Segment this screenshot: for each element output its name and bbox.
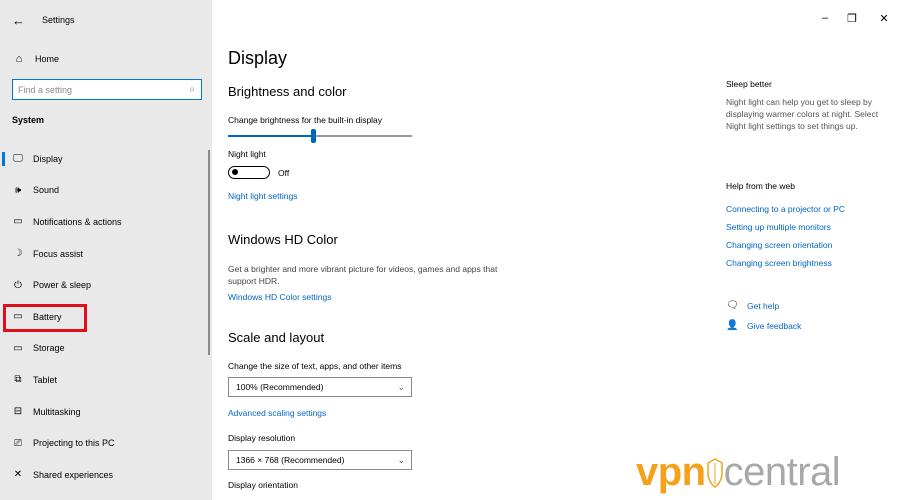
sidebar-item-label: Multitasking — [33, 406, 81, 417]
title-bar: ← Settings — [0, 0, 212, 42]
notification-icon: ▭ — [13, 216, 23, 228]
toggle-knob — [232, 169, 238, 175]
monitor-icon: 🖵 — [13, 153, 23, 165]
brightness-slider[interactable] — [228, 128, 412, 144]
sidebar-item-label: Sound — [33, 185, 60, 196]
hd-color-settings-link[interactable]: Windows HD Color settings — [228, 292, 331, 302]
advanced-scaling-link[interactable]: Advanced scaling settings — [228, 408, 326, 418]
restore-icon[interactable]: ❐ — [842, 12, 862, 25]
get-help-button[interactable]: 🗨 Get help — [726, 300, 779, 311]
sidebar-item-display[interactable]: 🖵 Display — [0, 143, 212, 175]
chevron-down-icon: ⌄ — [397, 381, 405, 392]
resolution-label: Display resolution — [228, 433, 296, 443]
sidebar-item-label: Shared experiences — [33, 469, 114, 480]
help-link-projector[interactable]: Connecting to a projector or PC — [726, 204, 845, 214]
hd-color-heading: Windows HD Color — [228, 232, 338, 247]
slider-thumb[interactable] — [311, 129, 316, 143]
minimize-icon[interactable]: – — [815, 12, 835, 24]
resolution-dropdown-value: 1366 × 768 (Recommended) — [236, 455, 345, 465]
sleep-better-text: Night light can help you get to sleep by… — [726, 97, 879, 131]
shared-experiences-icon: ✕ — [13, 469, 23, 481]
get-help-label: Get help — [747, 300, 780, 311]
resolution-dropdown[interactable]: 1366 × 768 (Recommended) ⌄ — [228, 450, 412, 470]
vpncentral-watermark: vpn central — [636, 448, 841, 496]
section-label: System — [12, 115, 45, 125]
night-light-settings-link[interactable]: Night light settings — [228, 191, 297, 201]
night-light-label: Night light — [228, 149, 266, 159]
sidebar-item-tablet[interactable]: ⧉ Tablet — [0, 364, 212, 396]
help-link-brightness[interactable]: Changing screen brightness — [726, 258, 832, 268]
projecting-icon: ⎚ — [14, 437, 22, 449]
sidebar-item-focus-assist[interactable]: ☽ Focus assist — [0, 238, 212, 270]
sidebar-item-storage[interactable]: ▭ Storage — [0, 333, 212, 365]
hd-color-description: Get a brighter and more vibrant picture … — [228, 264, 498, 286]
battery-highlight-box — [3, 304, 87, 332]
chevron-down-icon: ⌄ — [397, 454, 405, 465]
page-title: Display — [228, 48, 288, 68]
sidebar-item-label: Notifications & actions — [33, 216, 122, 227]
sidebar-item-multitasking[interactable]: ⊟ Multitasking — [0, 396, 212, 428]
sidebar-item-label: Display — [33, 153, 63, 164]
tablet-icon: ⧉ — [14, 374, 22, 386]
sidebar-item-home[interactable]: ⌂ Home — [0, 48, 212, 70]
slider-track-fill — [228, 135, 311, 137]
help-heading: Help from the web — [726, 181, 795, 191]
sidebar-item-projecting[interactable]: ⎚ Projecting to this PC — [0, 427, 212, 459]
watermark-vpn: vpn — [636, 450, 706, 494]
sleep-better-heading: Sleep better — [726, 79, 772, 89]
moon-icon: ☽ — [13, 248, 23, 260]
night-light-state: Off — [278, 168, 290, 178]
orientation-label: Display orientation — [228, 480, 298, 490]
home-icon: ⌂ — [15, 53, 23, 65]
search-input[interactable] — [13, 80, 183, 99]
brightness-heading: Brightness and color — [228, 84, 347, 99]
speaker-icon: 🕪 — [14, 184, 22, 196]
multitasking-icon: ⊟ — [13, 406, 23, 418]
search-box[interactable]: ⌕ — [12, 79, 202, 100]
main-content: Display Brightness and color Change brig… — [228, 0, 688, 500]
sidebar-item-power-sleep[interactable]: ⏻ Power & sleep — [0, 269, 212, 301]
shield-icon — [706, 458, 723, 488]
sidebar-item-label: Home — [35, 54, 60, 64]
sidebar-item-label: Storage — [33, 343, 65, 354]
sidebar: ← Settings ⌂ Home ⌕ System 🖵 Display 🕪 S… — [0, 0, 212, 500]
power-icon: ⏻ — [14, 279, 22, 291]
help-link-orientation[interactable]: Changing screen orientation — [726, 240, 832, 250]
get-help-icon: 🗨 — [726, 300, 739, 311]
sidebar-item-label: Projecting to this PC — [33, 438, 115, 449]
search-icon[interactable]: ⌕ — [183, 84, 201, 95]
sidebar-scrollbar[interactable] — [208, 150, 210, 355]
sidebar-item-label: Tablet — [33, 374, 58, 385]
slider-track — [316, 135, 412, 137]
close-icon[interactable]: ✕ — [874, 12, 894, 25]
app-title: Settings — [42, 15, 75, 25]
brightness-slider-label: Change brightness for the built-in displ… — [228, 115, 383, 125]
feedback-icon: 👤 — [726, 320, 739, 331]
sidebar-item-notifications[interactable]: ▭ Notifications & actions — [0, 206, 212, 238]
watermark-central: central — [723, 450, 841, 494]
storage-icon: ▭ — [13, 342, 23, 354]
scale-layout-heading: Scale and layout — [228, 330, 325, 345]
give-feedback-button[interactable]: 👤 Give feedback — [726, 320, 801, 331]
night-light-toggle[interactable] — [228, 166, 270, 179]
sidebar-item-label: Focus assist — [33, 248, 84, 259]
sidebar-item-shared-experiences[interactable]: ✕ Shared experiences — [0, 459, 212, 491]
sidebar-item-sound[interactable]: 🕪 Sound — [0, 175, 212, 207]
sidebar-item-label: Power & sleep — [33, 280, 92, 291]
scale-dropdown[interactable]: 100% (Recommended) ⌄ — [228, 377, 412, 397]
give-feedback-label: Give feedback — [747, 320, 802, 331]
back-arrow-icon[interactable]: ← — [12, 13, 25, 29]
help-link-monitors[interactable]: Setting up multiple monitors — [726, 222, 831, 232]
scale-size-label: Change the size of text, apps, and other… — [228, 361, 402, 371]
scale-dropdown-value: 100% (Recommended) — [236, 382, 324, 392]
